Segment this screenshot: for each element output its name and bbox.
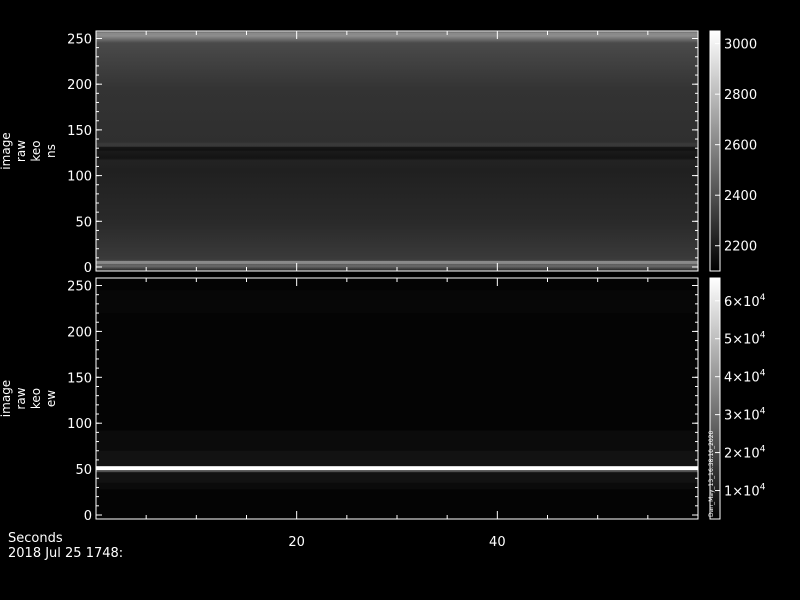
colorbar-tick-exponent: 4 xyxy=(760,483,766,493)
colorbar-tick-label: 2400 xyxy=(724,189,757,204)
colorbar-tick-label: 2600 xyxy=(724,139,757,154)
colorbar-tick-label: 2×104 xyxy=(724,445,766,462)
y-axis-label: image xyxy=(0,380,13,417)
dark-band xyxy=(96,146,698,151)
colorbar-tick-exponent: 4 xyxy=(760,331,766,341)
ew-high-rows xyxy=(96,290,698,314)
xaxis-label: Seconds xyxy=(8,531,63,546)
y-axis-label: image xyxy=(0,132,13,169)
y-tick-label: 100 xyxy=(67,417,92,432)
y-axis-label: ns xyxy=(44,144,58,158)
ns-keogram-image xyxy=(96,31,698,271)
colorbar-tick-exponent: 4 xyxy=(760,445,766,455)
y-axis-label: raw xyxy=(14,387,28,409)
keogram-figure: 050100150200250image raw keo ns220024002600… xyxy=(0,30,766,550)
x-tick-label: 40 xyxy=(489,535,506,550)
colorbar-tick-label: 2800 xyxy=(724,88,757,103)
colorbar-tick-label: 6×104 xyxy=(724,293,766,310)
ew-keogram-panel: 0 50 100 150 200 250 20 40 image raw keo ew 1×104 2×1… xyxy=(0,277,766,550)
y-tick-label: 150 xyxy=(67,124,92,139)
y-tick-label: 100 xyxy=(67,170,92,185)
bright-line xyxy=(96,466,698,471)
y-axis-label: keo xyxy=(29,388,43,409)
bright-band xyxy=(96,142,698,146)
colorbar-tick-label: 2200 xyxy=(724,240,757,255)
y-tick-label: 50 xyxy=(75,215,92,230)
y-tick-label: 200 xyxy=(67,78,92,93)
y-tick-label: 250 xyxy=(67,280,92,295)
colorbar-side-label: Dan_May_13_16:38:10_2020 xyxy=(708,430,715,517)
colorbar-tick-exponent: 4 xyxy=(760,407,766,417)
colorbar-tick-label: 4×104 xyxy=(724,369,766,386)
colorbar-tick-label: 1×104 xyxy=(724,483,766,500)
y-tick-label: 50 xyxy=(75,463,92,478)
colorbar-tick-label: 5×104 xyxy=(724,331,766,348)
colorbar xyxy=(709,30,721,272)
bright-line-halo xyxy=(96,470,698,473)
y-axis-label: ew xyxy=(44,390,58,407)
colorbar-tick-exponent: 4 xyxy=(760,369,766,379)
y-tick-label: 250 xyxy=(67,32,92,47)
bright-edge-row xyxy=(96,260,698,264)
y-axis-label: keo xyxy=(29,140,43,161)
colorbar-tick-label: 3000 xyxy=(724,38,757,53)
y-tick-label: 150 xyxy=(67,371,92,386)
y-tick-label: 200 xyxy=(67,325,92,340)
date-label: 2018 Jul 25 1748: xyxy=(8,546,124,561)
x-tick-label: 20 xyxy=(288,535,305,550)
ns-keogram-panel: 0 50 100 150 200 250 image raw keo ns 2200 2400 2600… xyxy=(0,30,757,276)
y-tick-label: 0 xyxy=(84,509,92,524)
colorbar-tick-label: 3×104 xyxy=(724,407,766,424)
y-tick-label: 0 xyxy=(84,261,92,276)
y-axis-label: raw xyxy=(14,140,28,162)
colorbar-tick-exponent: 4 xyxy=(760,293,766,303)
